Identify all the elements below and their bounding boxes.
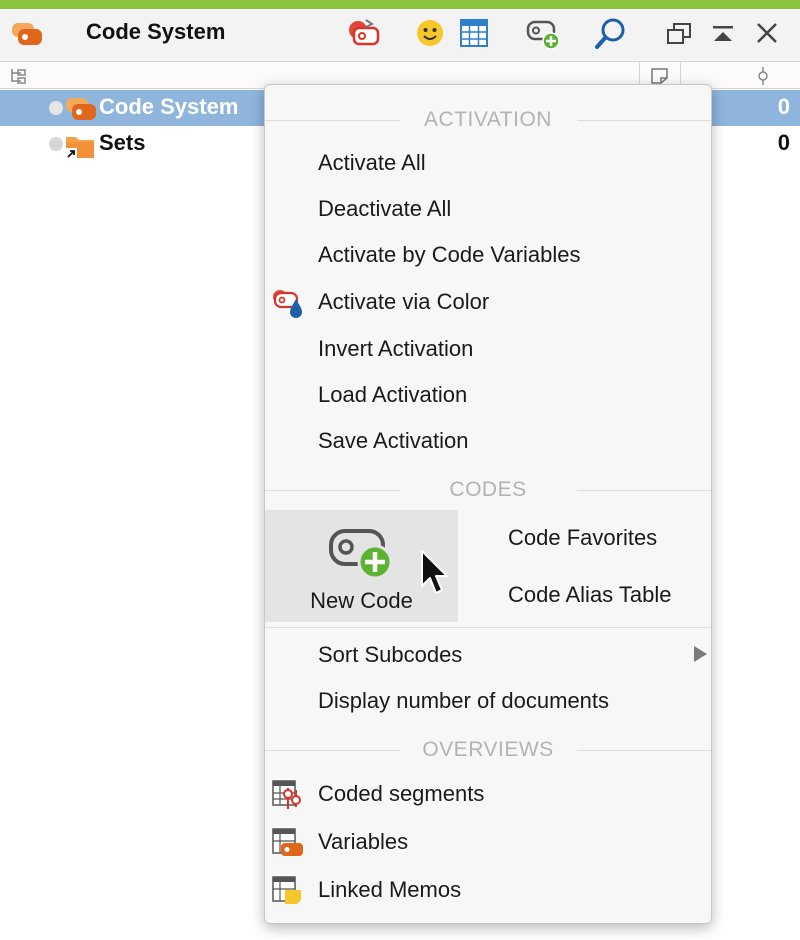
menu-item-save-activation[interactable]: Save Activation [265,420,711,464]
tree-row-count: 0 [777,94,790,119]
app-accent-bar [0,0,800,9]
window-title: Code System [86,19,226,44]
activation-icon[interactable] [346,18,382,55]
activation-dot[interactable] [49,137,63,151]
menu-item-code-favorites[interactable]: Code Favorites [508,525,657,551]
menu-item-activate-all[interactable]: Activate All [265,142,711,186]
menu-item-coded-segments[interactable]: Coded segments [265,773,711,817]
collapse-icon[interactable] [711,24,735,49]
table-icon[interactable] [460,19,488,52]
menu-item-activate-by-code-variables[interactable]: Activate by Code Variables [265,234,711,278]
section-header-codes: CODES [265,478,711,502]
submenu-arrow-icon [694,646,707,662]
new-code-icon[interactable] [526,19,562,56]
tree-row-label: Sets [99,130,146,155]
close-icon[interactable] [755,21,779,50]
linked-memos-icon [271,875,305,912]
smiley-icon[interactable] [416,19,444,52]
menu-item-activate-via-color[interactable]: Activate via Color [265,281,711,325]
menu-item-load-activation[interactable]: Load Activation [265,374,711,418]
tree-structure-icon[interactable] [9,67,27,90]
undock-icon[interactable] [666,22,692,51]
menu-divider [265,627,711,628]
color-drop-icon [271,287,307,324]
activation-dot[interactable] [49,101,63,115]
menu-item-display-number-of-documents[interactable]: Display number of documents [265,680,711,724]
menu-item-code-alias-table[interactable]: Code Alias Table [508,582,672,608]
frequency-column-icon[interactable] [756,66,770,91]
code-system-icon [64,96,98,127]
code-system-icon [10,21,44,52]
tree-row-label: Code System [99,94,239,119]
search-icon[interactable] [594,17,628,56]
tree-row-count: 0 [777,130,790,155]
context-menu: ACTIVATION Activate All Deactivate All A… [264,84,712,924]
menu-item-variables[interactable]: Variables [265,821,711,865]
variables-icon [271,827,305,864]
mouse-cursor-icon [419,548,451,603]
menu-item-deactivate-all[interactable]: Deactivate All [265,188,711,232]
section-header-activation: ACTIVATION [265,108,711,132]
window-toolbar: Code System [0,9,800,61]
menu-item-linked-memos[interactable]: Linked Memos [265,869,711,913]
sets-folder-icon [64,132,98,165]
menu-item-sort-subcodes[interactable]: Sort Subcodes [265,634,711,678]
new-code-icon [328,526,396,587]
menu-item-invert-activation[interactable]: Invert Activation [265,328,711,372]
section-header-overviews: OVERVIEWS [265,738,711,762]
coded-segments-icon [271,779,303,816]
